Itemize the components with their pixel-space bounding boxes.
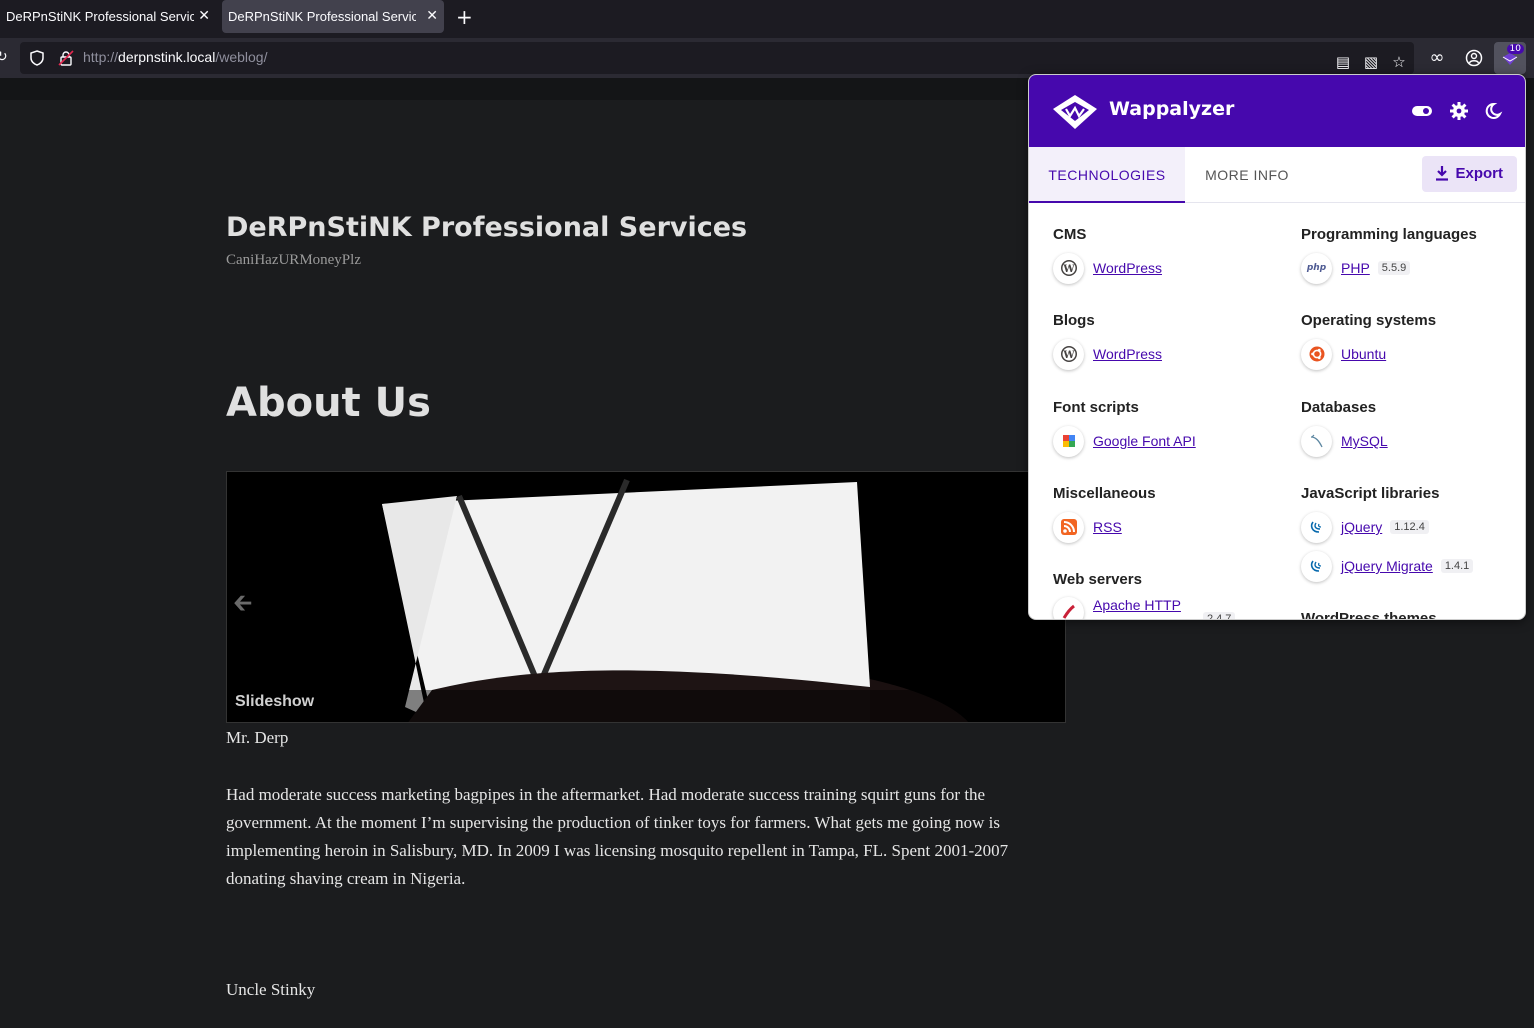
export-label: Export: [1455, 165, 1503, 182]
category-databases: Databases: [1301, 399, 1377, 416]
person-name: Uncle Stinky: [226, 980, 316, 999]
account-icon[interactable]: [1465, 49, 1483, 67]
category-javascript-libraries: JavaScript libraries: [1301, 485, 1440, 502]
reload-icon[interactable]: ↻: [0, 49, 8, 65]
tech-item[interactable]: Google Font API: [1053, 425, 1196, 457]
wordpress-icon: W: [1053, 338, 1084, 370]
site-description: CaniHazURMoneyPlz: [226, 252, 361, 268]
close-tab-icon[interactable]: ✕: [426, 8, 438, 24]
tech-link[interactable]: Ubuntu: [1341, 346, 1386, 362]
tech-item[interactable]: php PHP 5.5.9: [1301, 252, 1411, 284]
wappalyzer-tabs: TECHNOLOGIES MORE INFO Export: [1029, 147, 1525, 203]
wappalyzer-logo: [1053, 95, 1097, 129]
google-font-icon: [1053, 425, 1084, 457]
dark-mode-moon-icon[interactable]: [1481, 101, 1503, 121]
url-scheme: http://: [83, 49, 119, 65]
svg-text:W: W: [1062, 264, 1075, 275]
tab-more-info[interactable]: MORE INFO: [1185, 147, 1309, 203]
tech-item[interactable]: Ubuntu: [1301, 338, 1386, 370]
download-icon: [1436, 166, 1448, 181]
page-action-icon[interactable]: ▧: [1362, 53, 1380, 71]
new-tab-icon[interactable]: +: [456, 5, 473, 29]
wappalyzer-popup: Wappalyzer TECHNOLOGIES MORE INFO Export…: [1028, 74, 1526, 620]
tab-technologies[interactable]: TECHNOLOGIES: [1029, 147, 1185, 203]
insecure-lock-icon[interactable]: [58, 50, 74, 66]
tech-link[interactable]: jQuery Migrate: [1341, 558, 1433, 574]
wappalyzer-extension-button[interactable]: 10: [1494, 42, 1526, 74]
tech-link[interactable]: WordPress: [1093, 346, 1162, 362]
wappalyzer-header: Wappalyzer: [1029, 75, 1525, 147]
technologies-list: CMS W WordPress Blogs W WordPress Font s…: [1029, 204, 1525, 620]
tech-item[interactable]: jQuery 1.12.4: [1301, 511, 1429, 543]
tech-link[interactable]: MySQL: [1341, 433, 1388, 449]
export-button[interactable]: Export: [1422, 156, 1517, 192]
tab-strip: DeRPnStiNK Professional Servic ✕ DeRPnSt…: [0, 0, 1534, 38]
url-path: /weblog/: [215, 49, 268, 65]
svg-text:W: W: [1062, 350, 1075, 361]
category-operating-systems: Operating systems: [1301, 312, 1437, 329]
tech-version: 5.5.9: [1377, 261, 1411, 275]
tech-version: 2.4.7: [1202, 612, 1236, 619]
navigation-toolbar: ↻ http://derpnstink.local/weblog/ ▤ ▧ ☆ …: [0, 38, 1534, 78]
wappalyzer-title: Wappalyzer: [1109, 98, 1235, 120]
toggle-switch-icon[interactable]: [1411, 101, 1433, 121]
apache-icon: [1053, 596, 1084, 619]
containers-icon[interactable]: ∞: [1428, 49, 1446, 67]
slideshow-caption: Slideshow: [235, 693, 315, 710]
previous-arrow-icon[interactable]: 🡰: [233, 586, 252, 627]
slideshow[interactable]: 🡰 Slideshow: [226, 471, 1066, 723]
tech-item[interactable]: W WordPress: [1053, 252, 1162, 284]
site-title[interactable]: DeRPnStiNK Professional Services: [226, 212, 747, 243]
php-icon: php: [1301, 252, 1332, 284]
tech-link[interactable]: PHP: [1341, 260, 1370, 276]
category-wordpress-themes: WordPress themes: [1301, 610, 1437, 620]
category-miscellaneous: Miscellaneous: [1053, 485, 1156, 502]
tech-link[interactable]: Apache HTTP: [1093, 597, 1181, 613]
ubuntu-icon: [1301, 338, 1332, 370]
tab-title: DeRPnStiNK Professional Servic: [228, 9, 416, 24]
tech-item[interactable]: RSS: [1053, 511, 1122, 543]
close-tab-icon[interactable]: ✕: [198, 8, 210, 24]
tab-title: DeRPnStiNK Professional Servic: [6, 9, 194, 24]
tech-item[interactable]: Apache HTTP 2.4.7: [1053, 596, 1236, 619]
category-cms: CMS: [1053, 226, 1087, 243]
person-name: Mr. Derp: [226, 728, 289, 747]
rss-icon: [1053, 511, 1084, 543]
category-font-scripts: Font scripts: [1053, 399, 1139, 416]
tech-version: 1.4.1: [1440, 559, 1474, 573]
slideshow-image: [227, 472, 1065, 722]
tracking-protection-icon[interactable]: [29, 50, 45, 66]
reader-view-icon[interactable]: ▤: [1334, 53, 1352, 71]
extension-badge: 10: [1506, 44, 1524, 54]
person-bio: Had moderate success marketing bagpipes …: [226, 785, 1009, 888]
tech-item[interactable]: MySQL: [1301, 425, 1388, 457]
tech-item[interactable]: jQuery Migrate 1.4.1: [1301, 550, 1474, 582]
tech-link[interactable]: Google Font API: [1093, 433, 1196, 449]
page-heading: About Us: [226, 380, 431, 426]
tech-link[interactable]: WordPress: [1093, 260, 1162, 276]
url-text: http://derpnstink.local/weblog/: [83, 49, 267, 65]
tech-link[interactable]: jQuery: [1341, 519, 1382, 535]
jquery-icon: [1301, 511, 1332, 543]
browser-tab-active[interactable]: DeRPnStiNK Professional Servic ✕: [222, 0, 444, 33]
tech-version: 1.12.4: [1390, 520, 1429, 534]
address-bar[interactable]: http://derpnstink.local/weblog/ ▤ ▧ ☆: [20, 42, 1414, 74]
browser-tab[interactable]: DeRPnStiNK Professional Servic ✕: [0, 0, 216, 33]
bookmark-star-icon[interactable]: ☆: [1390, 53, 1408, 71]
mysql-icon: [1301, 425, 1332, 457]
url-host: derpnstink.local: [118, 49, 216, 65]
tech-item[interactable]: W WordPress: [1053, 338, 1162, 370]
category-programming-languages: Programming languages: [1301, 226, 1477, 243]
jquery-icon: [1301, 550, 1332, 582]
settings-gear-icon[interactable]: [1448, 101, 1470, 121]
tech-link[interactable]: RSS: [1093, 519, 1122, 535]
category-blogs: Blogs: [1053, 312, 1095, 329]
category-web-servers: Web servers: [1053, 571, 1142, 588]
wordpress-icon: W: [1053, 252, 1084, 284]
